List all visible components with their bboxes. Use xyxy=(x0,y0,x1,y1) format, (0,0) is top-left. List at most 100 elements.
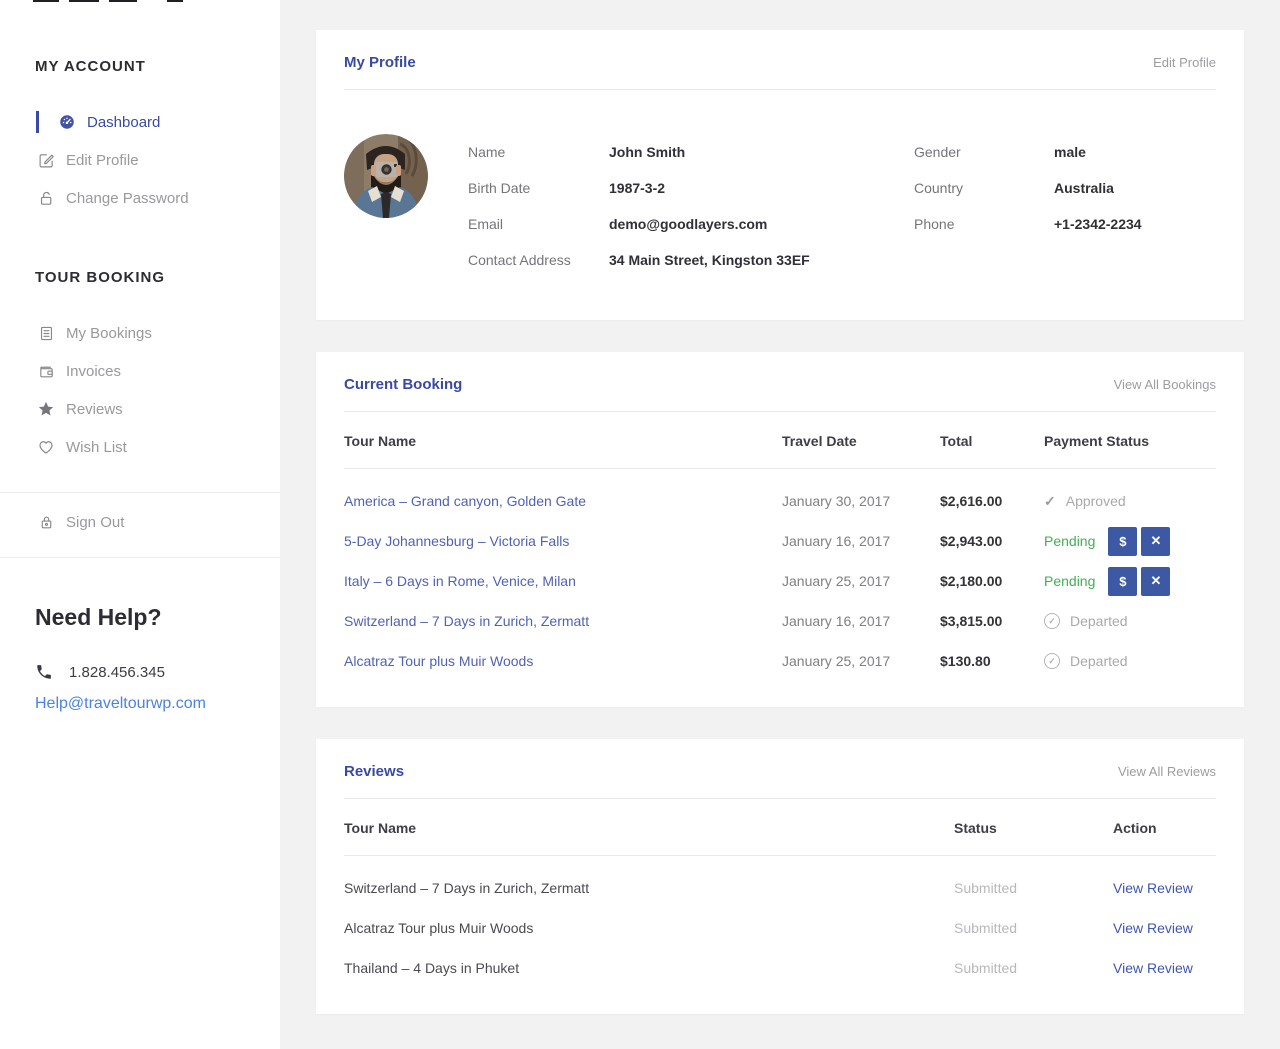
sidebar-item-reviews[interactable]: Reviews xyxy=(0,390,280,428)
dashboard-gauge-icon xyxy=(57,112,77,132)
star-icon xyxy=(36,399,56,419)
sidebar-item-label: Edit Profile xyxy=(66,152,139,169)
need-help-section: Need Help? 1.828.456.345 Help@traveltour… xyxy=(35,604,280,713)
sidebar-item-dashboard[interactable]: Dashboard xyxy=(0,103,280,141)
reviews-card-title: Reviews xyxy=(344,763,404,780)
sidebar-item-change-password[interactable]: Change Password xyxy=(0,179,280,217)
sidebar-heading-my-account: MY ACCOUNT xyxy=(35,0,280,75)
page: MY ACCOUNT Dashboard Edit Profile Change xyxy=(0,0,1280,1049)
profile-field: Gender male xyxy=(914,134,1216,170)
sidebar-item-label: Invoices xyxy=(66,363,121,380)
review-tour-name: Switzerland – 7 Days in Zurich, Zermatt xyxy=(344,880,954,896)
sidebar-item-label: Change Password xyxy=(66,190,189,207)
review-status: Submitted xyxy=(954,880,1113,896)
column-header-tour-name: Tour Name xyxy=(344,820,954,836)
payment-status-text: Pending xyxy=(1044,533,1095,549)
pay-button[interactable]: $ xyxy=(1108,527,1137,556)
booking-row: America – Grand canyon, Golden Gate Janu… xyxy=(344,481,1216,521)
booking-total: $3,815.00 xyxy=(940,613,1044,629)
sidebar-divider xyxy=(0,492,280,493)
heart-icon xyxy=(36,437,56,457)
wallet-icon xyxy=(36,361,56,381)
view-review-link[interactable]: View Review xyxy=(1113,880,1193,896)
booking-table-header: Tour Name Travel Date Total Payment Stat… xyxy=(344,412,1216,469)
column-header-travel-date: Travel Date xyxy=(782,433,940,449)
payment-status-cell: Departed $ ✕ xyxy=(1044,613,1216,629)
circle-check-icon xyxy=(1044,653,1060,669)
help-email-link[interactable]: Help@traveltourwp.com xyxy=(35,695,280,713)
sidebar-item-label: Reviews xyxy=(66,401,123,418)
reviews-table-header: Tour Name Status Action xyxy=(344,799,1216,856)
tour-name-link[interactable]: America – Grand canyon, Golden Gate xyxy=(344,493,586,509)
active-indicator xyxy=(36,111,39,133)
sidebar-item-wish-list[interactable]: Wish List xyxy=(0,428,280,466)
review-row: Thailand – 4 Days in Phuket Submitted Vi… xyxy=(344,948,1216,988)
profile-fields-left: Name John Smith Birth Date 1987-3-2 Emai… xyxy=(468,134,813,278)
sidebar-item-label: Wish List xyxy=(66,439,127,456)
cancel-booking-button[interactable]: ✕ xyxy=(1141,567,1170,596)
payment-status-cell: Pending $ ✕ xyxy=(1044,567,1216,596)
circle-check-icon xyxy=(1044,613,1060,629)
pay-button[interactable]: $ xyxy=(1108,567,1137,596)
booking-table: Tour Name Travel Date Total Payment Stat… xyxy=(316,412,1244,707)
sidebar-item-label: Dashboard xyxy=(87,114,160,131)
field-value: 34 Main Street, Kingston 33EF xyxy=(609,252,810,268)
view-review-link[interactable]: View Review xyxy=(1113,960,1193,976)
profile-card-title: My Profile xyxy=(344,54,416,71)
booking-table-body: America – Grand canyon, Golden Gate Janu… xyxy=(344,469,1216,681)
sidebar-item-sign-out[interactable]: Sign Out xyxy=(0,503,280,541)
booking-row: 5-Day Johannesburg – Victoria Falls Janu… xyxy=(344,521,1216,561)
sidebar-item-label: My Bookings xyxy=(66,325,152,342)
booking-row: Italy – 6 Days in Rome, Venice, Milan Ja… xyxy=(344,561,1216,601)
profile-fields-right: Gender male Country Australia Phone +1-2… xyxy=(914,134,1216,278)
sidebar-heading-tour-booking: TOUR BOOKING xyxy=(35,217,280,286)
tour-booking-menu: My Bookings Invoices Reviews Wish List xyxy=(0,314,280,466)
view-review-link[interactable]: View Review xyxy=(1113,920,1193,936)
sidebar-item-label: Sign Out xyxy=(66,514,124,531)
review-row: Alcatraz Tour plus Muir Woods Submitted … xyxy=(344,908,1216,948)
travel-date: January 16, 2017 xyxy=(782,533,940,549)
payment-status-text: Approved xyxy=(1066,493,1126,509)
booking-total: $2,180.00 xyxy=(940,573,1044,589)
sidebar-item-invoices[interactable]: Invoices xyxy=(0,352,280,390)
booking-card-title: Current Booking xyxy=(344,376,462,393)
profile-field: Name John Smith xyxy=(468,134,813,170)
field-value: demo@goodlayers.com xyxy=(609,216,767,232)
review-status: Submitted xyxy=(954,920,1113,936)
field-label: Contact Address xyxy=(468,252,609,268)
profile-field: Birth Date 1987-3-2 xyxy=(468,170,813,206)
reviews-table-body: Switzerland – 7 Days in Zurich, Zermatt … xyxy=(344,856,1216,988)
booking-row: Switzerland – 7 Days in Zurich, Zermatt … xyxy=(344,601,1216,641)
field-value: John Smith xyxy=(609,144,685,160)
need-help-title: Need Help? xyxy=(35,604,280,631)
help-phone-row: 1.828.456.345 xyxy=(35,663,280,681)
column-header-total: Total xyxy=(940,433,1044,449)
column-header-action: Action xyxy=(1113,820,1216,836)
column-header-status: Status xyxy=(954,820,1113,836)
review-tour-name: Alcatraz Tour plus Muir Woods xyxy=(344,920,954,936)
profile-card: My Profile Edit Profile xyxy=(316,30,1244,320)
booking-row: Alcatraz Tour plus Muir Woods January 25… xyxy=(344,641,1216,681)
tour-name-link[interactable]: Italy – 6 Days in Rome, Venice, Milan xyxy=(344,573,576,589)
view-all-reviews-link[interactable]: View All Reviews xyxy=(1118,764,1216,779)
cancel-booking-button[interactable]: ✕ xyxy=(1141,527,1170,556)
review-tour-name: Thailand – 4 Days in Phuket xyxy=(344,960,954,976)
tour-name-link[interactable]: Switzerland – 7 Days in Zurich, Zermatt xyxy=(344,613,589,629)
field-value: male xyxy=(1054,144,1086,160)
reviews-table: Tour Name Status Action Switzerland – 7 … xyxy=(316,799,1244,1014)
tour-name-link[interactable]: 5-Day Johannesburg – Victoria Falls xyxy=(344,533,569,549)
profile-field: Email demo@goodlayers.com xyxy=(468,206,813,242)
reviews-card: Reviews View All Reviews Tour Name Statu… xyxy=(316,739,1244,1014)
phone-icon xyxy=(35,663,53,681)
edit-profile-link[interactable]: Edit Profile xyxy=(1153,55,1216,70)
view-all-bookings-link[interactable]: View All Bookings xyxy=(1114,377,1216,392)
padlock-icon xyxy=(36,512,56,532)
lock-open-icon xyxy=(36,188,56,208)
sidebar-item-my-bookings[interactable]: My Bookings xyxy=(0,314,280,352)
field-label: Country xyxy=(914,180,1054,196)
payment-status-text: Pending xyxy=(1044,573,1095,589)
logo-fragment xyxy=(33,0,183,2)
payment-status-text: Departed xyxy=(1070,613,1128,629)
tour-name-link[interactable]: Alcatraz Tour plus Muir Woods xyxy=(344,653,533,669)
sidebar-item-edit-profile[interactable]: Edit Profile xyxy=(0,141,280,179)
